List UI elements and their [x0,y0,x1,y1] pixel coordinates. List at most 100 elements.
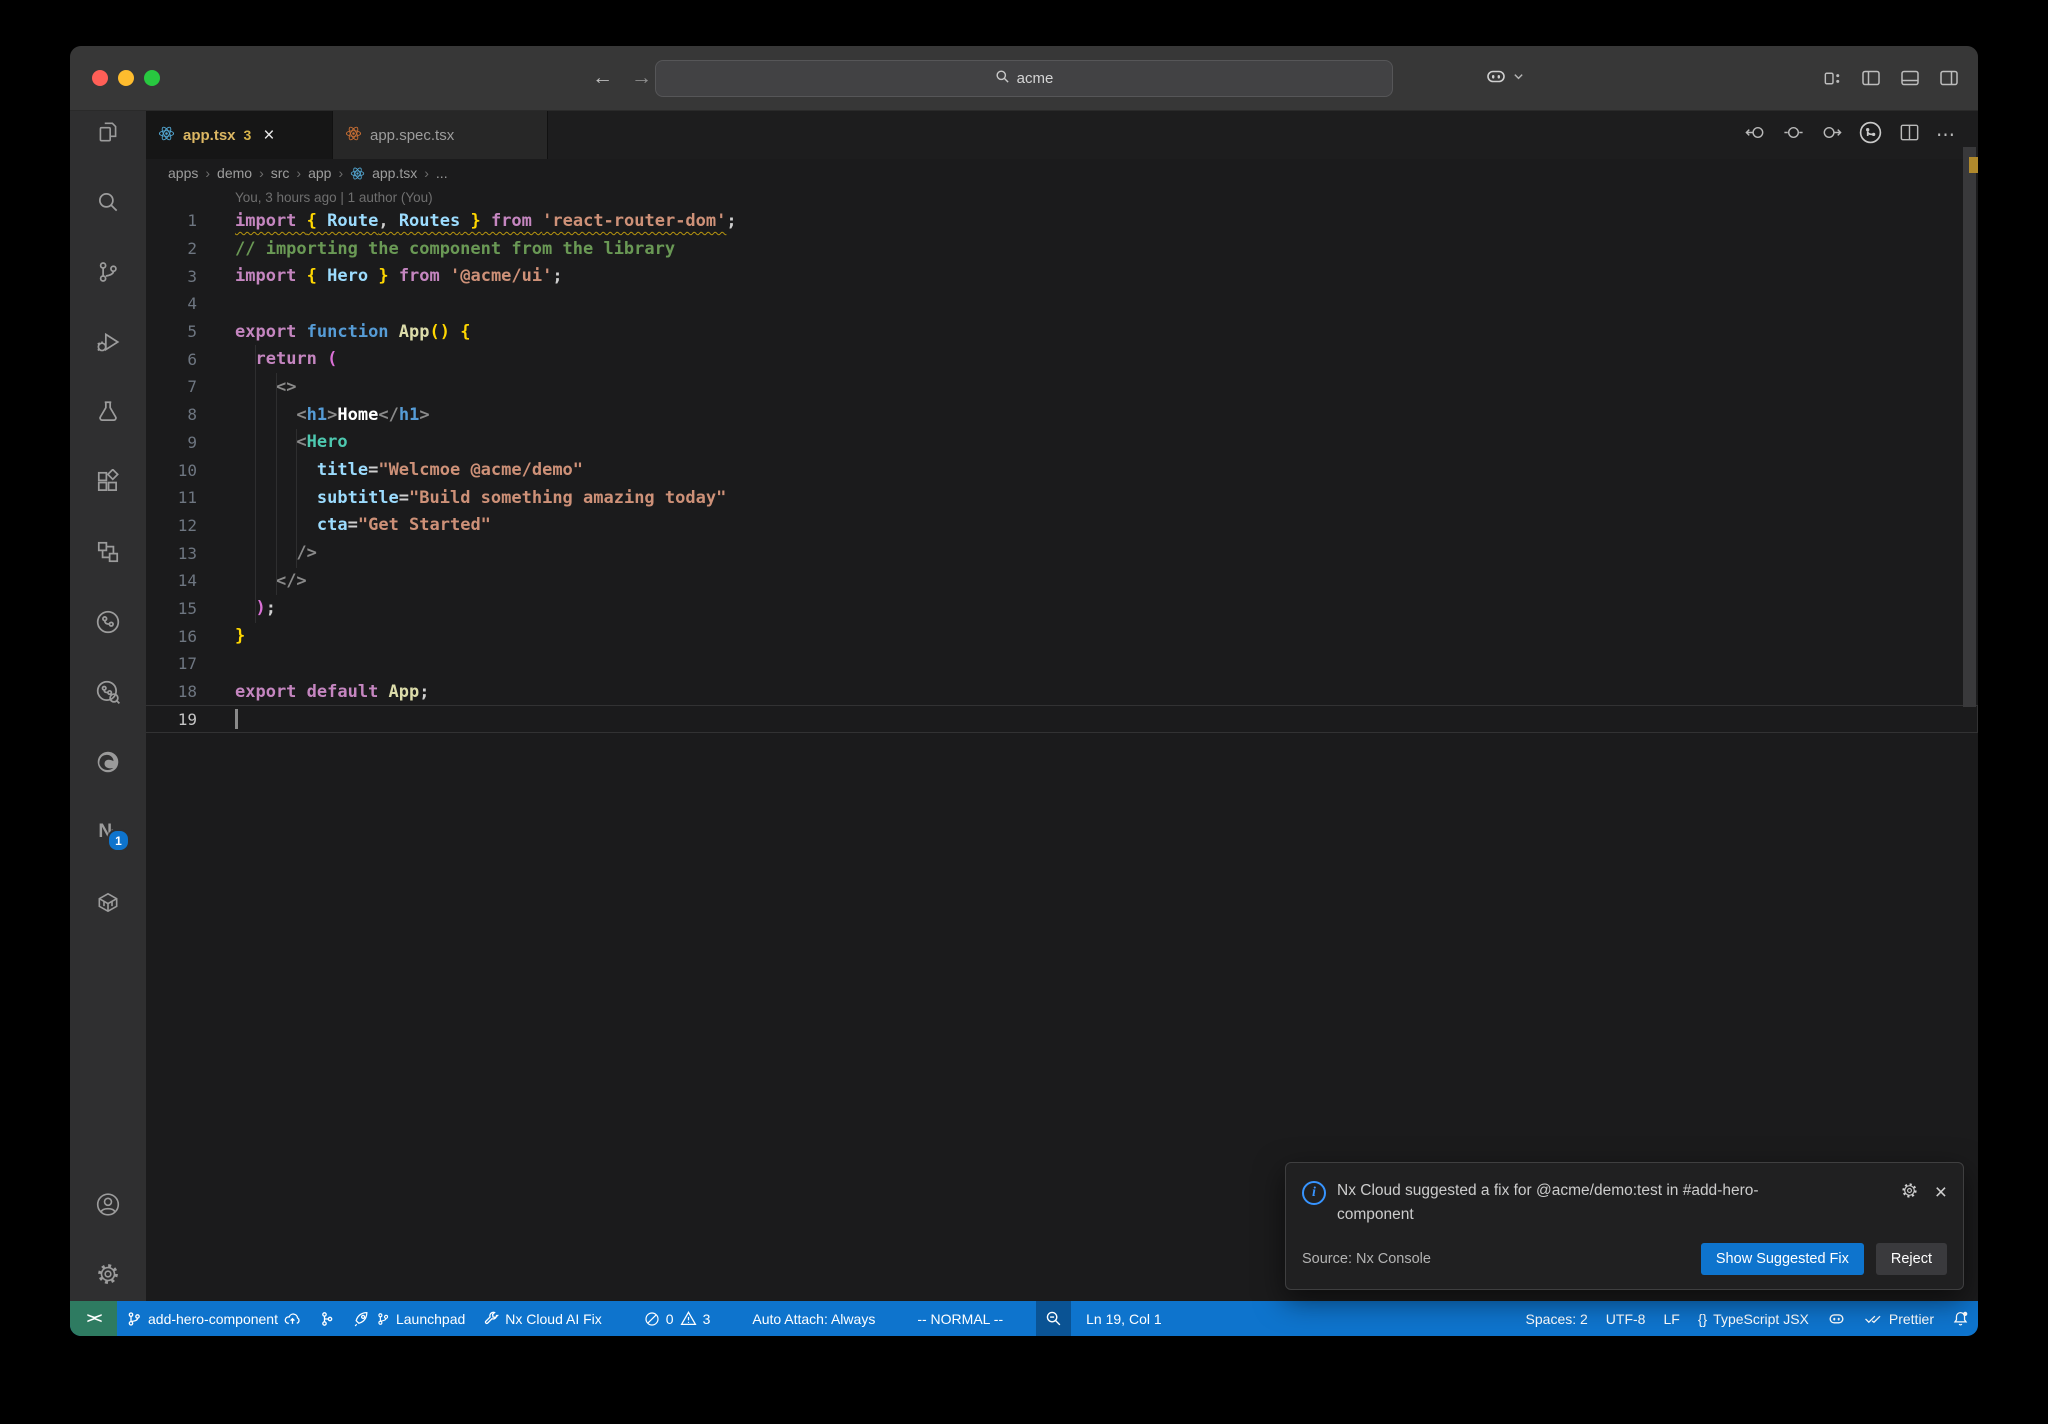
breadcrumb-item[interactable]: apps [168,165,198,181]
language-mode-item[interactable]: {} TypeScript JSX [1689,1301,1818,1336]
formatter-label: Prettier [1888,1310,1934,1327]
react-icon [158,125,175,146]
tab-bar: app.tsx 3 × app.spec.tsx ⋯ [146,111,1978,159]
previous-change-icon[interactable] [1744,121,1767,149]
remote-indicator[interactable]: >< [70,1301,117,1336]
encoding-item[interactable]: UTF-8 [1597,1301,1655,1336]
line-number: 2 [187,239,197,259]
tab-app-spec-tsx[interactable]: app.spec.tsx [333,111,548,159]
formatter-item[interactable]: Prettier [1855,1301,1943,1336]
notification-source: Source: Nx Console [1302,1251,1431,1267]
breadcrumb-item[interactable]: demo [217,165,252,181]
code-line[interactable]: 12 cta="Get Started" [146,512,1978,540]
show-suggested-fix-button[interactable]: Show Suggested Fix [1700,1243,1864,1275]
explorer-icon[interactable] [95,119,121,145]
code-line[interactable]: 11 subtitle="Build something amazing tod… [146,484,1978,512]
customize-layout-icon[interactable] [1822,68,1843,89]
code-line[interactable]: 4 [146,290,1978,318]
toggle-primary-sidebar-icon[interactable] [1860,67,1882,89]
breadcrumb-item[interactable]: src [271,165,290,181]
nx-cloud-ai-fix-item[interactable]: Nx Cloud AI Fix [474,1301,610,1336]
code-line[interactable]: 3 import { Hero } from '@acme/ui'; [146,262,1978,290]
code-lines: 1 import { Route, Routes } from 'react-ro… [146,207,1978,733]
zoom-window-button[interactable] [144,70,160,86]
notifications-bell-item[interactable] [1943,1301,1978,1336]
vim-mode-item[interactable]: -- NORMAL -- [908,1301,1012,1336]
code-line[interactable]: 7 <> [146,373,1978,401]
extensions-icon[interactable] [95,469,121,495]
line-number: 14 [177,571,197,591]
code-line[interactable]: 13 /> [146,539,1978,567]
line-number: 7 [187,377,197,397]
auto-attach-item[interactable]: Auto Attach: Always [743,1301,884,1336]
notification-toast: i Nx Cloud suggested a fix for @acme/dem… [1285,1161,1964,1290]
tab-problems-badge: 3 [243,127,252,143]
nav-back-button[interactable]: ← [592,66,613,90]
run-debug-icon[interactable] [95,329,121,355]
problems-item[interactable]: 0 3 [635,1301,720,1336]
launchpad-item[interactable]: Launchpad [344,1301,474,1336]
notification-settings-gear-icon[interactable] [1900,1181,1919,1205]
split-editor-icon[interactable] [1898,121,1921,149]
code-line[interactable]: 6 return ( [146,345,1978,373]
git-graph-item[interactable] [310,1301,344,1336]
command-center-search[interactable]: acme [655,60,1393,97]
minimize-window-button[interactable] [118,70,134,86]
line-number: 9 [187,432,197,452]
chevron-right-icon: › [259,165,264,181]
breadcrumb-item[interactable]: ... [436,165,448,181]
code-area[interactable]: You, 3 hours ago | 1 author (You) 1 impor… [146,147,1978,1301]
breadcrumb-item[interactable]: app [308,165,331,181]
search-icon[interactable] [95,189,121,215]
tab-app-tsx[interactable]: app.tsx 3 × [146,111,333,159]
code-line[interactable]: 18 export default App; [146,678,1978,706]
hierarchy-icon[interactable] [95,539,121,565]
code-line[interactable]: 17 [146,650,1978,678]
overview-ruler-warning-marker [1969,157,1978,173]
account-icon[interactable] [95,1191,121,1217]
reject-button[interactable]: Reject [1875,1243,1947,1275]
code-line[interactable]: 19 [146,705,1978,733]
source-control-icon[interactable] [95,259,121,285]
code-line[interactable]: 9 <Hero [146,429,1978,457]
testing-icon[interactable] [95,399,121,425]
zoom-out-item[interactable] [1036,1301,1072,1336]
line-number: 15 [177,598,197,618]
next-change-icon[interactable] [1820,121,1843,149]
git-branch-item[interactable]: add-hero-component [117,1301,310,1336]
edge-icon[interactable] [95,749,121,775]
close-notification-icon[interactable]: × [1935,1182,1947,1203]
breadcrumb-item[interactable]: app.tsx [372,165,417,181]
copilot-menu[interactable] [1484,46,1524,110]
code-line[interactable]: 14 </> [146,567,1978,595]
line-number: 6 [187,349,197,369]
search-icon [995,69,1010,88]
code-line[interactable]: 10 title="Welcmoe @acme/demo" [146,456,1978,484]
nx-icon[interactable]: N> 1 [95,819,130,852]
more-actions-icon[interactable]: ⋯ [1936,124,1956,147]
toggle-panel-icon[interactable] [1899,67,1921,89]
code-line[interactable]: 16} [146,622,1978,650]
eol-item[interactable]: LF [1654,1301,1688,1336]
language-label: TypeScript JSX [1713,1310,1809,1327]
cursor-position-item[interactable]: Ln 19, Col 1 [1077,1301,1171,1336]
close-tab-icon[interactable]: × [263,126,274,145]
code-line[interactable]: 15 ); [146,595,1978,623]
settings-gear-icon[interactable] [95,1261,121,1287]
circled-branch-search-icon[interactable] [95,679,121,705]
container-icon[interactable] [95,889,121,915]
current-change-icon[interactable] [1782,121,1805,149]
nav-forward-button[interactable]: → [631,66,652,90]
code-line[interactable]: 2// importing the component from the lib… [146,235,1978,263]
toggle-secondary-sidebar-icon[interactable] [1938,67,1960,89]
close-window-button[interactable] [92,70,108,86]
nx-run-target-icon[interactable] [1858,120,1883,150]
code-line[interactable]: 1 import { Route, Routes } from 'react-ro… [146,207,1978,235]
errors-icon [644,1311,660,1327]
indentation-item[interactable]: Spaces: 2 [1517,1301,1597,1336]
copilot-status-item[interactable] [1818,1301,1855,1336]
code-line[interactable]: 5 export function App() { [146,318,1978,346]
scrollbar[interactable] [1963,147,1976,707]
circled-branch-icon[interactable] [95,609,121,635]
code-line[interactable]: 8 <h1>Home</h1> [146,401,1978,429]
